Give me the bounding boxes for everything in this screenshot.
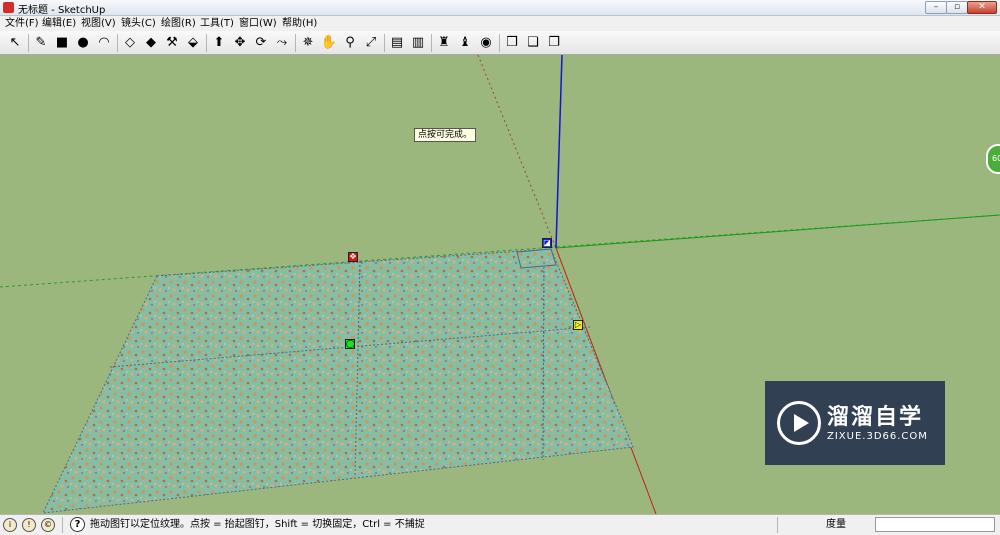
title-bar: 无标题 - SketchUp – ▫ ✕ bbox=[0, 0, 1000, 16]
arc-tool-icon[interactable]: ◠ bbox=[95, 34, 113, 52]
select-tool-icon[interactable]: ↖ bbox=[6, 34, 24, 52]
zoom-tool-icon[interactable]: ⚲ bbox=[341, 34, 359, 52]
tooltip: 点按可完成。 bbox=[414, 128, 477, 142]
toolbar-separator bbox=[384, 34, 385, 52]
sketchup-app-icon[interactable] bbox=[3, 2, 14, 13]
status-divider bbox=[62, 517, 63, 533]
circle-tool-icon[interactable]: ● bbox=[74, 34, 92, 52]
menu-window[interactable]: 窗口(W) bbox=[239, 17, 277, 30]
style-shaded-icon[interactable]: ❐ bbox=[545, 34, 563, 52]
follow-me-icon[interactable]: ⤳ bbox=[273, 34, 291, 52]
measurements-label: 度量 bbox=[826, 519, 846, 530]
push-pull-icon[interactable]: ⬆ bbox=[210, 34, 228, 52]
google-earth-icon[interactable]: ◉ bbox=[477, 34, 495, 52]
paint-bucket-icon[interactable]: ⬙ bbox=[184, 34, 202, 52]
green-axis bbox=[555, 214, 1000, 249]
menu-file[interactable]: 文件(F) bbox=[5, 17, 39, 30]
rotate-tool-icon[interactable]: ⟳ bbox=[252, 34, 270, 52]
toolbar-separator bbox=[499, 34, 500, 52]
menu-tools[interactable]: 工具(T) bbox=[200, 17, 234, 30]
make-component-icon[interactable]: ◇ bbox=[121, 34, 139, 52]
watermark-url: ZIXUE.3D66.COM bbox=[827, 431, 928, 442]
credits-icon[interactable]: ! bbox=[22, 518, 36, 532]
status-bar: i ! © ? 拖动图钉以定位纹理。点按 = 抬起图钉，Shift = 切换固定… bbox=[0, 514, 1000, 535]
menu-view[interactable]: 视图(V) bbox=[81, 17, 116, 30]
move-tool-icon[interactable]: ✥ bbox=[231, 34, 249, 52]
maximize-button[interactable]: ▫ bbox=[946, 1, 968, 14]
toolbar-separator bbox=[117, 34, 118, 52]
green-pin-scale-rotate[interactable]: ◯ bbox=[345, 339, 355, 349]
status-divider bbox=[777, 517, 778, 533]
style-xray-icon[interactable]: ❒ bbox=[503, 34, 521, 52]
orbit-tool-icon[interactable]: ✵ bbox=[299, 34, 317, 52]
extension-warehouse-icon[interactable]: ♝ bbox=[456, 34, 474, 52]
menu-edit[interactable]: 编辑(E) bbox=[42, 17, 76, 30]
side-panel-badge[interactable]: 60 bbox=[986, 144, 1000, 174]
eraser-tool-icon[interactable]: ◆ bbox=[142, 34, 160, 52]
blue-axis bbox=[555, 55, 563, 249]
rectangle-tool-icon[interactable]: ■ bbox=[53, 34, 71, 52]
main-toolbar: ↖ ✎ ■ ● ◠ ◇ ◆ ⚒ ⬙ ⬆ ✥ ⟳ ⤳ ✵ ✋ ⚲ ⤢ ▤ ▥ ♜ ♝ ◉ ❒ ❑ ❐ bbox=[0, 31, 1000, 55]
measurements-input[interactable] bbox=[875, 517, 995, 532]
menu-help[interactable]: 帮助(H) bbox=[282, 17, 317, 30]
pan-tool-icon[interactable]: ✋ bbox=[320, 34, 338, 52]
menu-camera[interactable]: 镜头(C) bbox=[121, 17, 156, 30]
component-warehouse-icon[interactable]: ♜ bbox=[435, 34, 453, 52]
textured-ground-face[interactable] bbox=[42, 248, 634, 514]
blue-pin-distort[interactable]: ◪ bbox=[542, 238, 552, 248]
minimize-button[interactable]: – bbox=[925, 1, 947, 14]
red-axis-back bbox=[477, 55, 557, 249]
toolbar-separator bbox=[295, 34, 296, 52]
yellow-pin-scale-shear[interactable]: ▷ bbox=[573, 320, 583, 330]
menu-draw[interactable]: 绘图(R) bbox=[161, 17, 196, 30]
zoom-extents-icon[interactable]: ⤢ bbox=[362, 34, 380, 52]
texture-tile-corner bbox=[516, 248, 557, 269]
window-title: 无标题 - SketchUp bbox=[18, 5, 106, 16]
watermark-title: 溜溜自学 bbox=[827, 405, 924, 430]
tape-measure-icon[interactable]: ⚒ bbox=[163, 34, 181, 52]
user-account-icon[interactable]: © bbox=[41, 518, 55, 532]
toolbar-separator bbox=[206, 34, 207, 52]
menu-bar: 文件(F) 编辑(E) 视图(V) 镜头(C) 绘图(R) 工具(T) 窗口(W… bbox=[0, 16, 1000, 31]
geo-location-icon[interactable]: i bbox=[3, 518, 17, 532]
play-logo-icon bbox=[777, 401, 821, 445]
red-pin-move[interactable]: ✥ bbox=[348, 252, 358, 262]
help-icon[interactable]: ? bbox=[70, 517, 85, 532]
style-wireframe-icon[interactable]: ❑ bbox=[524, 34, 542, 52]
watermark-logo: 溜溜自学 ZIXUE.3D66.COM bbox=[765, 381, 945, 465]
pencil-tool-icon[interactable]: ✎ bbox=[32, 34, 50, 52]
share-model-icon[interactable]: ▥ bbox=[409, 34, 427, 52]
get-models-icon[interactable]: ▤ bbox=[388, 34, 406, 52]
toolbar-separator bbox=[28, 34, 29, 52]
status-message: 拖动图钉以定位纹理。点按 = 抬起图钉，Shift = 切换固定，Ctrl = … bbox=[90, 519, 425, 530]
toolbar-separator bbox=[431, 34, 432, 52]
close-button[interactable]: ✕ bbox=[967, 1, 997, 14]
